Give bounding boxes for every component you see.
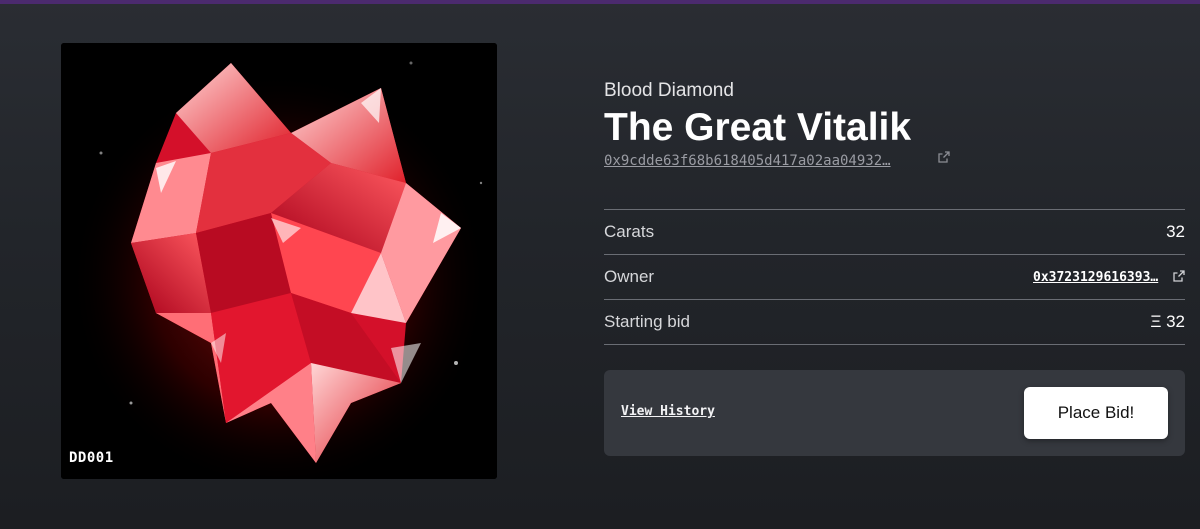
owner-address-link[interactable]: 0x3723129616393… bbox=[1033, 270, 1167, 285]
external-link-icon[interactable] bbox=[938, 150, 950, 168]
top-accent-bar bbox=[0, 0, 1200, 4]
starting-bid-label: Starting bid bbox=[604, 312, 690, 331]
place-bid-button[interactable]: Place Bid! bbox=[1024, 387, 1168, 439]
carats-label: Carats bbox=[604, 222, 655, 241]
starting-bid-value: Ξ 32 bbox=[1150, 312, 1185, 331]
carats-value: 32 bbox=[1166, 222, 1185, 241]
external-link-icon[interactable] bbox=[1173, 267, 1185, 287]
nft-artwork: DD001 bbox=[61, 43, 497, 479]
detail-row-carats: Carats 32 bbox=[604, 210, 1185, 255]
item-details: Carats 32 Owner 0x3723129616393… Startin… bbox=[604, 209, 1185, 345]
contract-address-link[interactable]: 0x9cdde63f68b618405d417a02aa04932… bbox=[604, 153, 930, 169]
owner-value: 0x3723129616393… bbox=[1033, 267, 1185, 287]
owner-label: Owner bbox=[604, 267, 655, 286]
crystal-heart-image bbox=[61, 43, 497, 479]
bid-panel: View History Place Bid! bbox=[604, 370, 1185, 456]
view-history-link[interactable]: View History bbox=[621, 404, 715, 419]
detail-row-owner: Owner 0x3723129616393… bbox=[604, 255, 1185, 300]
collection-name: Blood Diamond bbox=[604, 80, 734, 101]
detail-row-starting-bid: Starting bid Ξ 32 bbox=[604, 300, 1185, 345]
artwork-code-label: DD001 bbox=[69, 450, 114, 466]
item-title: The Great Vitalik bbox=[604, 106, 912, 149]
